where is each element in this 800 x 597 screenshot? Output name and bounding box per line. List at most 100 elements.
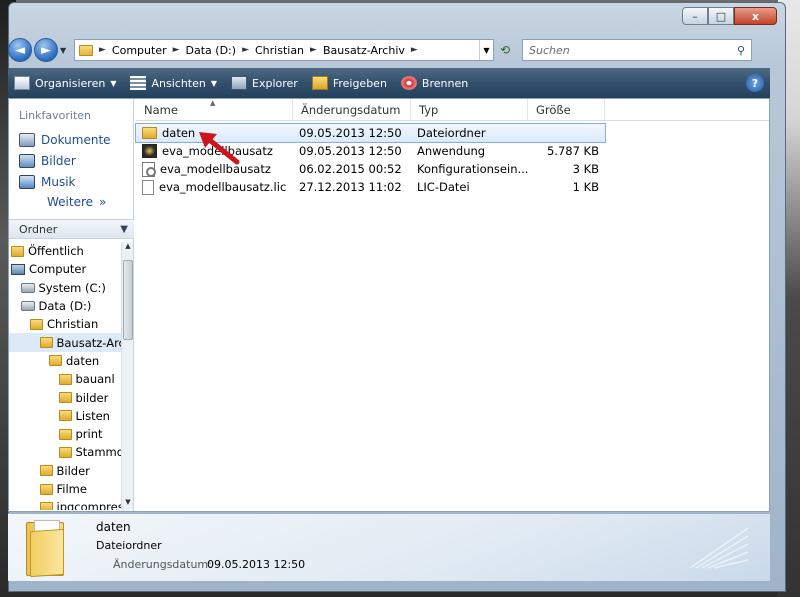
tree-item[interactable]: System (C:) <box>9 279 121 297</box>
minimize-button[interactable]: – <box>682 7 708 25</box>
file-type: LIC-Datei <box>417 180 470 194</box>
maximize-button[interactable]: □ <box>708 7 734 25</box>
more-links-button[interactable]: Weitere » <box>9 192 133 212</box>
tree-item[interactable]: jpgcompres <box>9 498 121 510</box>
tree-item-label: Bausatz-Arch <box>56 335 122 350</box>
tree-item[interactable]: Data (D:) <box>9 297 121 315</box>
scrollbar-thumb[interactable] <box>123 260 133 340</box>
refresh-icon[interactable]: ⟲ <box>494 40 516 60</box>
burn-label: Brennen <box>421 76 469 90</box>
file-date: 09.05.2013 12:50 <box>299 144 402 158</box>
views-button[interactable]: Ansichten ▼ <box>130 76 217 90</box>
tree-item-label: daten <box>66 353 100 368</box>
folder-tree-scrollbar[interactable]: ▲ ▼ <box>121 242 133 510</box>
tree-item-label: Öffentlich <box>28 244 84 259</box>
explorer-label: Explorer <box>252 76 298 90</box>
file-name: eva_modellbausatz.lic <box>159 180 287 194</box>
burn-button[interactable]: Brennen <box>400 76 469 90</box>
config-file-icon <box>142 161 156 177</box>
address-bar[interactable]: ► Computer ► Data (D:) ► Christian ► Bau… <box>74 39 494 61</box>
folder-icon <box>58 392 72 404</box>
folder-icon <box>58 428 72 440</box>
folder-icon <box>79 44 93 56</box>
breadcrumb-data-drive[interactable]: Data (D:) <box>186 44 237 57</box>
views-label: Ansichten <box>151 76 206 90</box>
tree-item[interactable]: Bausatz-Arch <box>9 333 122 352</box>
folder-icon <box>30 318 43 330</box>
details-date-label: Änderungsdatum: <box>113 558 212 571</box>
search-icon[interactable]: ⚲ <box>731 44 751 57</box>
chevron-down-icon: ▼ <box>110 78 117 88</box>
burn-icon <box>400 76 417 90</box>
tree-item[interactable]: Bilder <box>9 462 121 480</box>
file-type: Konfigurationsein... <box>417 162 528 176</box>
tree-item[interactable]: bilder <box>9 388 121 406</box>
tree-item[interactable]: Listen <box>9 407 121 425</box>
tree-item[interactable]: Computer <box>9 260 121 278</box>
column-header-label: Name <box>144 102 178 117</box>
breadcrumb-separator-icon[interactable]: ► <box>242 45 249 55</box>
chevron-down-icon: ▼ <box>120 223 128 235</box>
tree-item-label: print <box>75 427 103 442</box>
breadcrumb-christian[interactable]: Christian <box>255 44 304 57</box>
breadcrumb-separator-icon[interactable]: ► <box>310 45 317 55</box>
recent-pages-dropdown-icon[interactable]: ▼ <box>60 46 70 55</box>
folder-icon <box>39 501 53 510</box>
column-header-date[interactable]: Änderungsdatum <box>293 99 411 120</box>
command-toolbar: Organisieren ▼ Ansichten ▼ Explorer Frei… <box>8 68 770 98</box>
organize-label: Organisieren <box>35 76 106 90</box>
tree-item-label: Listen <box>75 408 110 423</box>
address-bar-end: ▼ <box>479 40 493 60</box>
folders-header[interactable]: Ordner ▼ <box>9 219 134 239</box>
folder-icon <box>58 446 72 458</box>
organize-button[interactable]: Organisieren ▼ <box>14 76 116 90</box>
favorite-link-label: Dokumente <box>41 132 111 147</box>
folder-icon <box>39 483 53 495</box>
column-header-label: Typ <box>419 102 439 117</box>
breadcrumb-computer[interactable]: Computer <box>112 44 167 57</box>
back-button[interactable]: ◄ <box>8 38 32 62</box>
drive-icon <box>20 282 35 293</box>
favorite-link-pictures[interactable]: Bilder <box>9 150 133 171</box>
column-header-type[interactable]: Typ <box>411 99 528 120</box>
breadcrumb-separator-icon[interactable]: ► <box>99 45 106 55</box>
file-date: 09.05.2013 12:50 <box>299 126 402 140</box>
breadcrumb-bausatz-archiv[interactable]: Bausatz-Archiv <box>323 44 405 57</box>
share-button[interactable]: Freigeben <box>311 76 387 90</box>
music-icon <box>19 174 35 189</box>
annotation-arrow-icon <box>199 132 240 165</box>
tree-item[interactable]: print <box>9 425 121 443</box>
breadcrumb-separator-icon[interactable]: ► <box>173 45 180 55</box>
scroll-up-icon[interactable]: ▲ <box>122 242 134 254</box>
tree-item[interactable]: daten <box>9 352 121 370</box>
column-header-name[interactable]: Name ▲ <box>136 99 293 120</box>
close-button[interactable]: x <box>734 7 777 25</box>
details-item-name: daten <box>96 520 131 534</box>
help-icon[interactable]: ? <box>746 74 764 92</box>
file-row[interactable]: eva_modellbausatz.lic 27.12.2013 11:02 LIC… <box>136 178 769 196</box>
share-label: Freigeben <box>332 76 387 90</box>
breadcrumb-separator-icon[interactable]: ► <box>411 45 418 55</box>
large-folder-icon <box>26 520 70 578</box>
drive-icon <box>20 301 35 312</box>
details-pane: daten Dateiordner Änderungsdatum: 09.05.… <box>8 513 770 581</box>
forward-button[interactable]: ► <box>34 38 58 62</box>
explorer-button[interactable]: Explorer <box>231 76 298 90</box>
tree-item[interactable]: Filme <box>9 480 121 498</box>
tree-item[interactable]: Stammd <box>9 443 121 461</box>
column-header-label: Größe <box>536 102 571 117</box>
tree-item-label: Filme <box>56 482 87 496</box>
tree-item[interactable]: Christian <box>9 315 121 333</box>
favorite-link-documents[interactable]: Dokumente <box>9 129 133 150</box>
column-header-row: Name ▲ Änderungsdatum Typ Größe <box>136 99 769 121</box>
favorite-link-music[interactable]: Musik <box>9 171 133 192</box>
column-header-size[interactable]: Größe <box>528 99 605 120</box>
address-history-dropdown-icon[interactable]: ▼ <box>479 40 493 60</box>
search-input[interactable]: Suchen ⚲ <box>522 39 752 61</box>
tree-item[interactable]: Öffentlich <box>9 242 121 260</box>
tree-item-label: bilder <box>75 390 109 405</box>
scroll-down-icon[interactable]: ▼ <box>122 498 134 510</box>
decorative-light-rays-icon <box>690 527 749 569</box>
tree-item[interactable]: bauanl <box>9 370 121 388</box>
tree-item-label: System (C:) <box>38 280 106 295</box>
